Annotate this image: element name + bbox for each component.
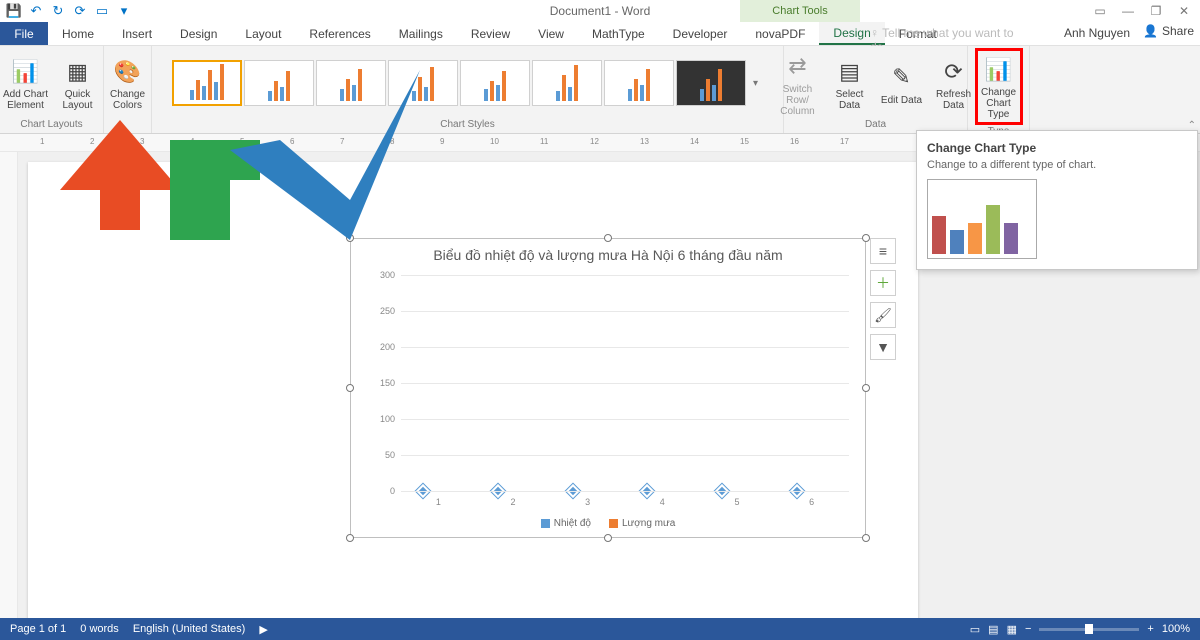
tab-mathtype[interactable]: MathType (578, 22, 659, 45)
chart-tools-contextual: Chart Tools (740, 0, 860, 22)
tab-design[interactable]: Design (166, 22, 231, 45)
share-button[interactable]: 👤 Share (1143, 24, 1194, 38)
tooltip-desc: Change to a different type of chart. (927, 159, 1187, 171)
quick-access-toolbar: 💾 ↶ ↻ ⟳ ▭ ▾ Document1 - Word Chart Tools… (0, 0, 1200, 22)
chart-elements-button[interactable]: ≡ (870, 238, 896, 264)
style-thumb-6[interactable] (532, 60, 602, 106)
switch-row-icon: ⇄ (782, 50, 814, 82)
edit-data-icon: ✎ (886, 61, 918, 93)
chart-object[interactable]: Biểu đồ nhiệt độ và lượng mưa Hà Nội 6 t… (350, 238, 866, 538)
legend-item-2[interactable]: Lượng mưa (609, 518, 675, 529)
resize-handle[interactable] (604, 234, 612, 242)
tab-review[interactable]: Review (457, 22, 524, 45)
label: Select Data (826, 89, 874, 111)
resize-handle[interactable] (604, 534, 612, 542)
chart-title[interactable]: Biểu đồ nhiệt độ và lượng mưa Hà Nội 6 t… (351, 239, 865, 267)
legend-swatch (609, 519, 618, 528)
chart-styles-button[interactable]: ＋ (870, 270, 896, 296)
y-axis: 050100150200250300 (363, 275, 399, 491)
status-bar: Page 1 of 1 0 words English (United Stat… (0, 618, 1200, 640)
minimize-icon[interactable]: — (1116, 2, 1140, 20)
tooltip-change-chart-type: Change Chart Type Change to a different … (916, 130, 1198, 270)
legend-swatch (541, 519, 550, 528)
zoom-in-icon[interactable]: + (1147, 623, 1153, 635)
zoom-out-icon[interactable]: − (1025, 623, 1031, 635)
group-label: Chart Styles (440, 118, 494, 131)
view-web-icon[interactable]: ▦ (1007, 623, 1017, 636)
tooltip-title: Change Chart Type (927, 141, 1187, 155)
undo-icon[interactable]: ↶ (28, 3, 44, 19)
pointer-icon[interactable]: ▭ (94, 3, 110, 19)
ribbon-options-icon[interactable]: ▭ (1088, 2, 1112, 20)
tab-layout[interactable]: Layout (231, 22, 295, 45)
ruler-vertical[interactable] (0, 152, 18, 618)
edit-data-button[interactable]: ✎ Edit Data (878, 61, 926, 106)
resize-handle[interactable] (346, 534, 354, 542)
change-chart-type-button[interactable]: 📊Change Chart Type (975, 48, 1023, 125)
change-chart-type-icon: 📊 (983, 53, 1015, 85)
refresh-data-icon: ⟳ (938, 55, 970, 87)
label: Switch Row/ Column (774, 84, 822, 117)
resize-handle[interactable] (862, 234, 870, 242)
chart-side-buttons: ≡ ＋ 🖌 ▼ (870, 238, 896, 360)
ribbon-tabs: File Home Insert Design Layout Reference… (0, 22, 1200, 46)
legend-label: Nhiệt độ (554, 518, 591, 529)
sync-icon[interactable]: ⟳ (72, 3, 88, 19)
document-title: Document1 - Word (550, 4, 650, 18)
view-print-icon[interactable]: ▤ (988, 623, 998, 636)
chart-filter-funnel-button[interactable]: ▼ (870, 334, 896, 360)
label: Change Chart Type (980, 87, 1018, 120)
redo-icon[interactable]: ↻ (50, 3, 66, 19)
tab-view[interactable]: View (524, 22, 578, 45)
share-label: Share (1162, 24, 1194, 38)
switch-row-column-button: ⇄Switch Row/ Column (774, 50, 822, 117)
tab-developer[interactable]: Developer (659, 22, 742, 45)
label: Edit Data (881, 95, 922, 106)
resize-handle[interactable] (862, 384, 870, 392)
status-page[interactable]: Page 1 of 1 (10, 623, 66, 635)
group-label: Data (865, 118, 886, 131)
user-name[interactable]: Anh Nguyen (1064, 26, 1130, 40)
zoom-thumb[interactable] (1085, 624, 1093, 634)
close-icon[interactable]: ✕ (1172, 2, 1196, 20)
tab-mailings[interactable]: Mailings (385, 22, 457, 45)
overlay-logo (30, 60, 420, 265)
x-axis: 123456 (401, 497, 849, 507)
status-words[interactable]: 0 words (80, 623, 119, 635)
dropdown-icon[interactable]: ▾ (116, 3, 132, 19)
style-thumb-8[interactable] (676, 60, 746, 106)
legend[interactable]: Nhiệt độ Lượng mưa (351, 518, 865, 529)
tab-insert[interactable]: Insert (108, 22, 166, 45)
resize-handle[interactable] (862, 534, 870, 542)
share-icon: 👤 (1143, 24, 1158, 38)
tab-references[interactable]: References (295, 22, 384, 45)
legend-item-1[interactable]: Nhiệt độ (541, 518, 591, 529)
select-data-button[interactable]: ▤Select Data (826, 55, 874, 111)
status-language[interactable]: English (United States) (133, 623, 246, 635)
style-thumb-5[interactable] (460, 60, 530, 106)
restore-icon[interactable]: ❐ (1144, 2, 1168, 20)
select-data-icon: ▤ (834, 55, 866, 87)
zoom-percent[interactable]: 100% (1162, 623, 1190, 635)
chart-filters-button[interactable]: 🖌 (870, 302, 896, 328)
gallery-more-icon[interactable]: ▾ (748, 78, 764, 89)
tab-home[interactable]: Home (48, 22, 108, 45)
save-icon[interactable]: 💾 (6, 3, 22, 19)
plot-area[interactable]: 050100150200250300 (401, 275, 849, 491)
tab-novapdf[interactable]: novaPDF (741, 22, 819, 45)
zoom-slider[interactable] (1039, 628, 1139, 631)
view-read-icon[interactable]: ▭ (970, 623, 980, 636)
resize-handle[interactable] (346, 384, 354, 392)
style-thumb-7[interactable] (604, 60, 674, 106)
legend-label: Lượng mưa (622, 518, 675, 529)
macro-icon[interactable]: ▶ (259, 623, 267, 636)
tab-file[interactable]: File (0, 22, 48, 45)
tooltip-preview (927, 179, 1037, 259)
